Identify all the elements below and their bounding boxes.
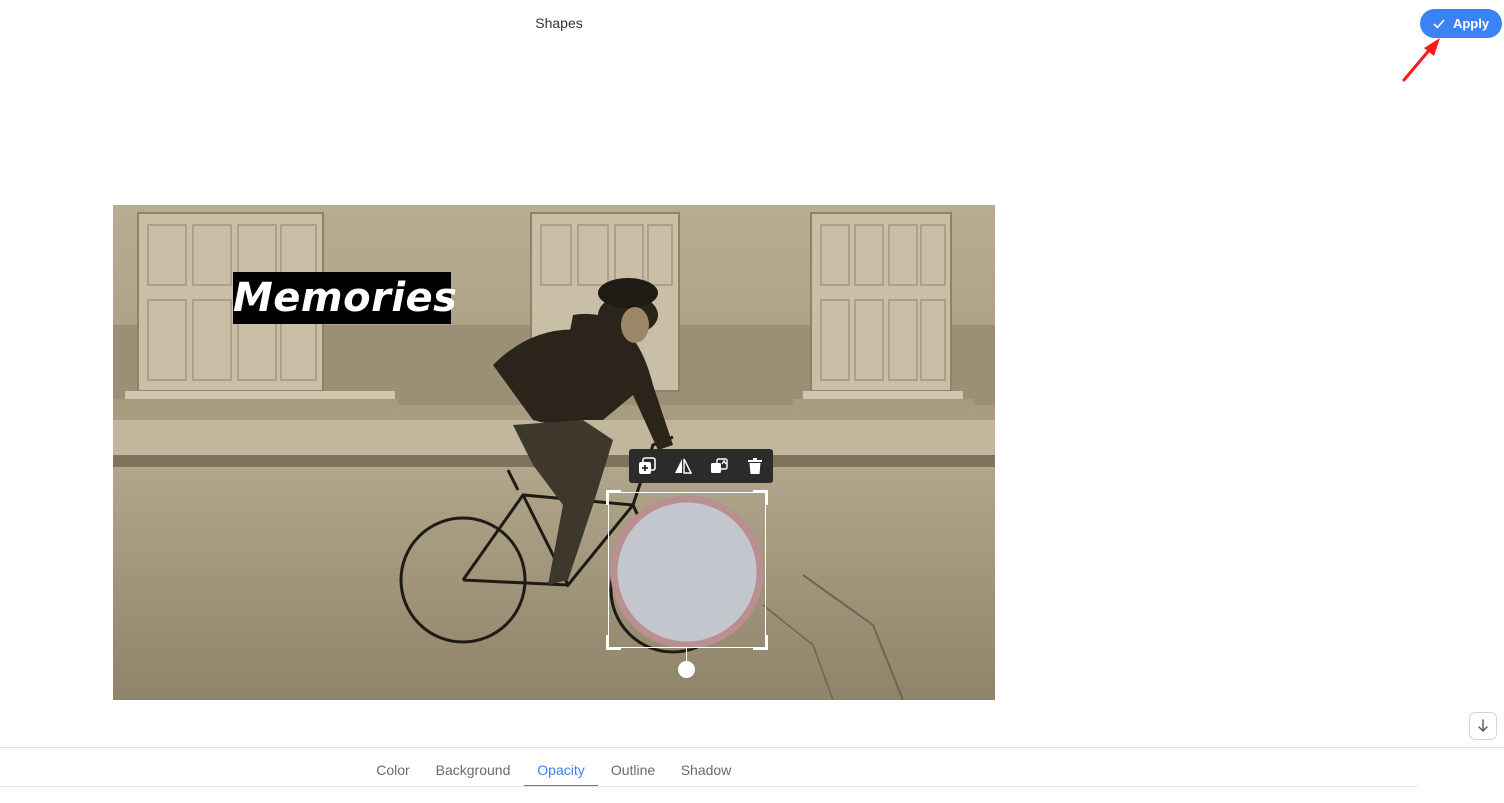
duplicate-icon [639, 457, 656, 474]
page-title: Shapes [535, 15, 583, 31]
rotate-handle[interactable] [678, 661, 695, 678]
delete-button[interactable] [744, 455, 766, 477]
resize-handle-top-left[interactable] [606, 490, 621, 505]
bottom-divider [0, 747, 1504, 748]
property-tabs: Color Background Opacity Outline Shadow [0, 753, 1504, 787]
delete-icon [748, 458, 762, 474]
annotation-arrow-icon [1402, 38, 1440, 82]
bring-forward-icon [711, 458, 728, 473]
tab-color[interactable]: Color [375, 753, 411, 785]
resize-handle-bottom-left[interactable] [606, 635, 621, 650]
tab-shadow[interactable]: Shadow [680, 753, 732, 785]
tabs-underline-track [0, 786, 1418, 787]
scroll-down-button[interactable] [1469, 712, 1497, 740]
check-icon [1433, 19, 1445, 28]
editor-page: Shapes Apply Memories Color Background O… [0, 0, 1504, 803]
arrow-down-icon [1478, 719, 1488, 732]
shape-toolbar [629, 449, 773, 483]
duplicate-button[interactable] [636, 455, 658, 477]
tab-outline[interactable]: Outline [609, 753, 657, 785]
memories-text-overlay[interactable]: Memories [233, 272, 457, 324]
flip-icon [675, 458, 692, 474]
flip-button[interactable] [672, 455, 694, 477]
apply-button[interactable]: Apply [1420, 9, 1502, 38]
tab-background[interactable]: Background [434, 753, 512, 785]
selection-box[interactable] [606, 490, 768, 650]
resize-handle-top-right[interactable] [753, 490, 768, 505]
bring-forward-button[interactable] [708, 455, 730, 477]
rotate-handle-stem [686, 648, 687, 662]
apply-button-label: Apply [1452, 16, 1490, 31]
resize-handle-bottom-right[interactable] [753, 635, 768, 650]
tab-opacity[interactable]: Opacity [524, 753, 598, 787]
